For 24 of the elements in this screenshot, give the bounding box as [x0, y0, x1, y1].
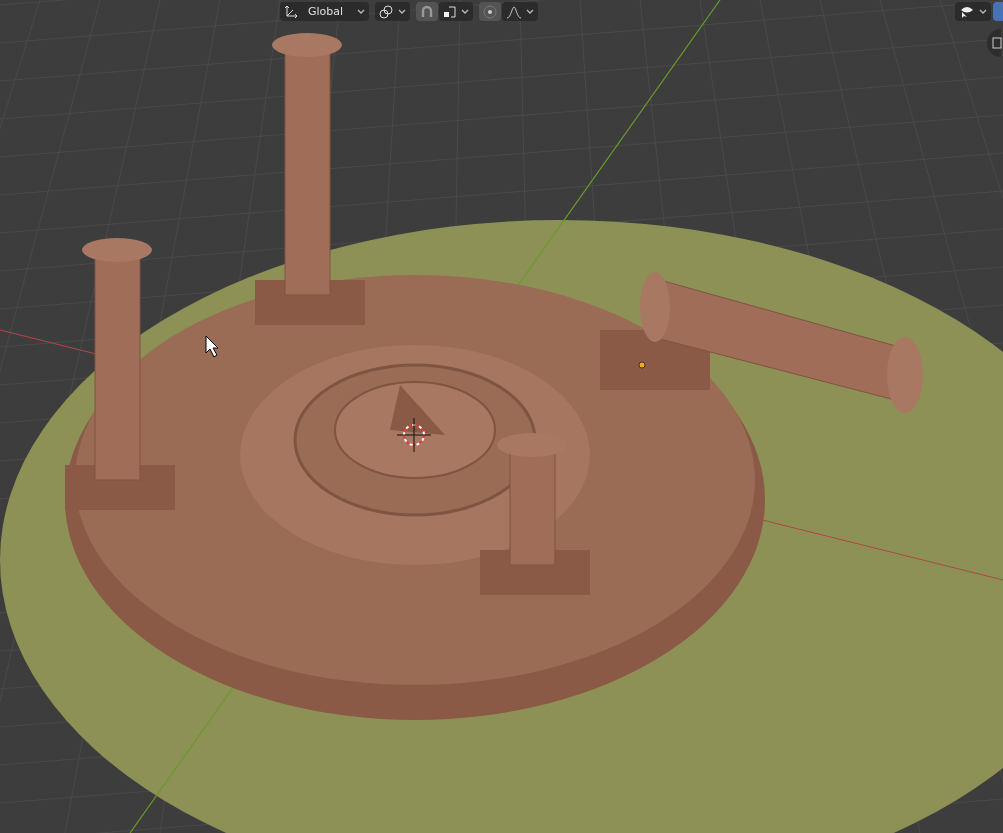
object-origin-icon [638, 361, 646, 369]
visibility-dropdown[interactable] [955, 2, 991, 21]
proportional-circle-icon [483, 4, 498, 19]
snap-toggle[interactable] [416, 2, 439, 21]
snap-target-dropdown[interactable] [439, 2, 474, 21]
gizmo-toggle[interactable] [993, 2, 1003, 21]
axes-icon [284, 4, 298, 19]
pivot-point-dropdown[interactable] [375, 2, 411, 21]
linked-circles-icon [379, 4, 395, 19]
mouse-pointer-icon [205, 335, 219, 358]
caret-icon [526, 8, 535, 15]
eye-pointer-icon [959, 4, 975, 19]
caret-icon [398, 8, 407, 15]
caret-icon [357, 8, 366, 15]
transform-orientation-dropdown[interactable]: Global [280, 2, 370, 21]
caret-icon [979, 8, 987, 15]
snap-increment-icon [443, 4, 458, 19]
caret-icon [461, 8, 470, 15]
navigation-gizmo-icon[interactable] [987, 29, 1003, 57]
falloff-dropdown[interactable] [502, 2, 539, 21]
orientation-label: Global [307, 5, 345, 18]
magnet-icon [420, 4, 435, 19]
proportional-editing-toggle[interactable] [479, 2, 502, 21]
falloff-curve-icon [506, 4, 523, 19]
